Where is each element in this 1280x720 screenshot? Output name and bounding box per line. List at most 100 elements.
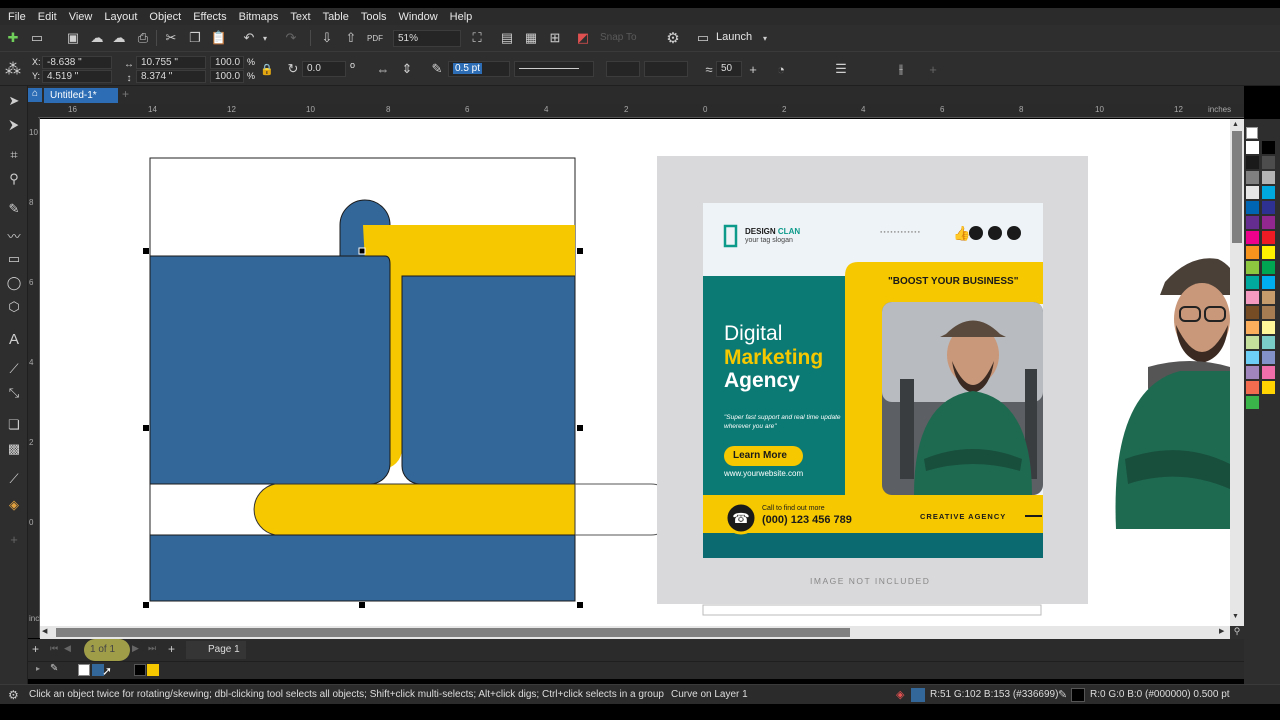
- doc-swatch-none[interactable]: [78, 664, 90, 676]
- text-tool-icon[interactable]: A: [5, 330, 23, 348]
- navigator-zoom-icon[interactable]: ⚲: [1230, 626, 1244, 639]
- home-icon[interactable]: ⌂: [28, 88, 42, 102]
- man-photo[interactable]: [1115, 258, 1230, 529]
- freehand-tool-icon[interactable]: ✎: [5, 200, 23, 218]
- next-page-icon[interactable]: ▶: [132, 643, 139, 654]
- palette-swatch[interactable]: [1246, 261, 1259, 274]
- palette-swatch[interactable]: [1246, 141, 1259, 154]
- connector-tool-icon[interactable]: ⤡: [5, 384, 23, 402]
- options-gear-icon[interactable]: ⚙: [664, 29, 682, 47]
- doc-palette-eyedropper-icon[interactable]: ✎: [50, 663, 58, 674]
- smoothing-field[interactable]: 50: [716, 61, 742, 77]
- add-page-after-icon[interactable]: +: [168, 642, 175, 656]
- menu-window[interactable]: Window: [395, 11, 446, 23]
- x-position-field[interactable]: -8.638 ": [42, 56, 112, 69]
- mirror-horizontal-icon[interactable]: ⇔: [374, 60, 392, 78]
- doc-palette-arrow-icon[interactable]: ▸: [36, 664, 40, 673]
- menu-text[interactable]: Text: [286, 11, 318, 23]
- palette-swatch[interactable]: [1262, 246, 1275, 259]
- palette-swatch[interactable]: [1246, 156, 1259, 169]
- drawing-canvas[interactable]: ☎ 👍 DESIGN CLAN your tag slogan ●●●●●●●●…: [40, 119, 1230, 626]
- outline-color-swatch[interactable]: [1071, 688, 1085, 702]
- menu-file[interactable]: File: [4, 11, 34, 23]
- no-color-swatch[interactable]: [1246, 127, 1258, 139]
- height-field[interactable]: 8.374 ": [136, 70, 206, 83]
- zoom-level-field[interactable]: 51%: [393, 30, 461, 47]
- palette-swatch[interactable]: [1262, 291, 1275, 304]
- new-document-icon[interactable]: ✚: [4, 29, 22, 47]
- parallel-dimension-icon[interactable]: ⟋: [5, 360, 23, 378]
- prev-page-icon[interactable]: ◀: [64, 643, 71, 654]
- dynamic-guides-icon[interactable]: ◩: [574, 29, 592, 47]
- menu-object[interactable]: Object: [145, 11, 189, 23]
- open-icon[interactable]: ▭: [28, 29, 46, 47]
- fill-color-swatch[interactable]: [911, 688, 925, 702]
- crop-tool-icon[interactable]: ⌗: [5, 146, 23, 164]
- scroll-left-icon[interactable]: ◀: [42, 627, 47, 635]
- eyedropper-icon[interactable]: ⟋: [5, 470, 23, 488]
- outline-width-field[interactable]: 0.5 pt: [448, 61, 510, 77]
- export-icon[interactable]: ⇧: [342, 29, 360, 47]
- ellipse-tool-icon[interactable]: ◯: [5, 274, 23, 292]
- interactive-fill-icon[interactable]: ◈: [5, 496, 23, 514]
- align-distribute-icon[interactable]: ⫲: [892, 60, 910, 78]
- new-tab-icon[interactable]: +: [122, 87, 129, 101]
- add-property-icon[interactable]: +: [924, 60, 942, 78]
- palette-swatch[interactable]: [1246, 276, 1259, 289]
- lock-ratio-icon[interactable]: 🔒: [258, 60, 276, 78]
- drop-shadow-icon[interactable]: ❏: [5, 416, 23, 434]
- vertical-scroll-thumb[interactable]: [1232, 131, 1242, 243]
- palette-swatch[interactable]: [1246, 336, 1259, 349]
- guidelines-icon[interactable]: ⊞: [546, 29, 564, 47]
- object-origin-icon[interactable]: ⁂: [4, 60, 22, 78]
- scroll-up-icon[interactable]: ▲: [1232, 121, 1239, 128]
- blue-bottom-block[interactable]: [149, 534, 576, 602]
- palette-swatch[interactable]: [1262, 261, 1275, 274]
- ruler-origin[interactable]: [28, 104, 38, 118]
- horizontal-scroll-thumb[interactable]: [56, 628, 850, 637]
- palette-swatch[interactable]: [1262, 216, 1275, 229]
- paste-icon[interactable]: 📋: [210, 29, 228, 47]
- palette-swatch[interactable]: [1262, 321, 1275, 334]
- palette-swatch[interactable]: [1262, 171, 1275, 184]
- palette-swatch[interactable]: [1262, 141, 1275, 154]
- add-tool-icon[interactable]: +: [5, 530, 23, 548]
- vertical-ruler[interactable]: 10 8 6 4 2 0 inches: [28, 118, 52, 638]
- menu-view[interactable]: View: [65, 11, 101, 23]
- launch-button[interactable]: Launch: [716, 31, 752, 43]
- palette-swatch[interactable]: [1262, 276, 1275, 289]
- close-curve-icon[interactable]: ◔: [772, 60, 790, 78]
- cloud-upload-icon[interactable]: ☁: [88, 29, 106, 47]
- pdf-icon[interactable]: PDF: [366, 29, 384, 47]
- blue-right-block[interactable]: [401, 275, 576, 485]
- save-icon[interactable]: ▣: [64, 29, 82, 47]
- end-arrow-select[interactable]: [644, 61, 688, 77]
- snap-to-label[interactable]: Snap To: [600, 32, 637, 43]
- palette-swatch[interactable]: [1262, 336, 1275, 349]
- print-icon[interactable]: ⎙: [134, 29, 152, 47]
- menu-bitmaps[interactable]: Bitmaps: [235, 11, 287, 23]
- palette-swatch[interactable]: [1262, 351, 1275, 364]
- transparency-icon[interactable]: ▩: [5, 440, 23, 458]
- zoom-fit-icon[interactable]: ⛶: [468, 29, 486, 47]
- menu-help[interactable]: Help: [446, 11, 481, 23]
- first-page-icon[interactable]: ⏮: [50, 643, 58, 654]
- width-field[interactable]: 10.755 ": [136, 56, 206, 69]
- grid-icon[interactable]: ▦: [522, 29, 540, 47]
- palette-swatch[interactable]: [1246, 321, 1259, 334]
- palette-swatch[interactable]: [1246, 171, 1259, 184]
- palette-swatch[interactable]: [1262, 381, 1275, 394]
- palette-swatch[interactable]: [1246, 306, 1259, 319]
- cloud-download-icon[interactable]: ☁: [110, 29, 128, 47]
- scale-x-field[interactable]: 100.0: [210, 56, 244, 69]
- polygon-tool-icon[interactable]: ⬡: [5, 298, 23, 316]
- page-1-tab[interactable]: Page 1: [186, 641, 246, 659]
- add-page-icon[interactable]: +: [32, 642, 39, 656]
- menu-tools[interactable]: Tools: [357, 11, 395, 23]
- palette-swatch[interactable]: [1246, 381, 1259, 394]
- redo-icon[interactable]: ↷: [282, 29, 300, 47]
- import-icon[interactable]: ⇩: [318, 29, 336, 47]
- palette-swatch[interactable]: [1262, 201, 1275, 214]
- blue-left-block[interactable]: [149, 255, 391, 485]
- palette-swatch[interactable]: [1246, 291, 1259, 304]
